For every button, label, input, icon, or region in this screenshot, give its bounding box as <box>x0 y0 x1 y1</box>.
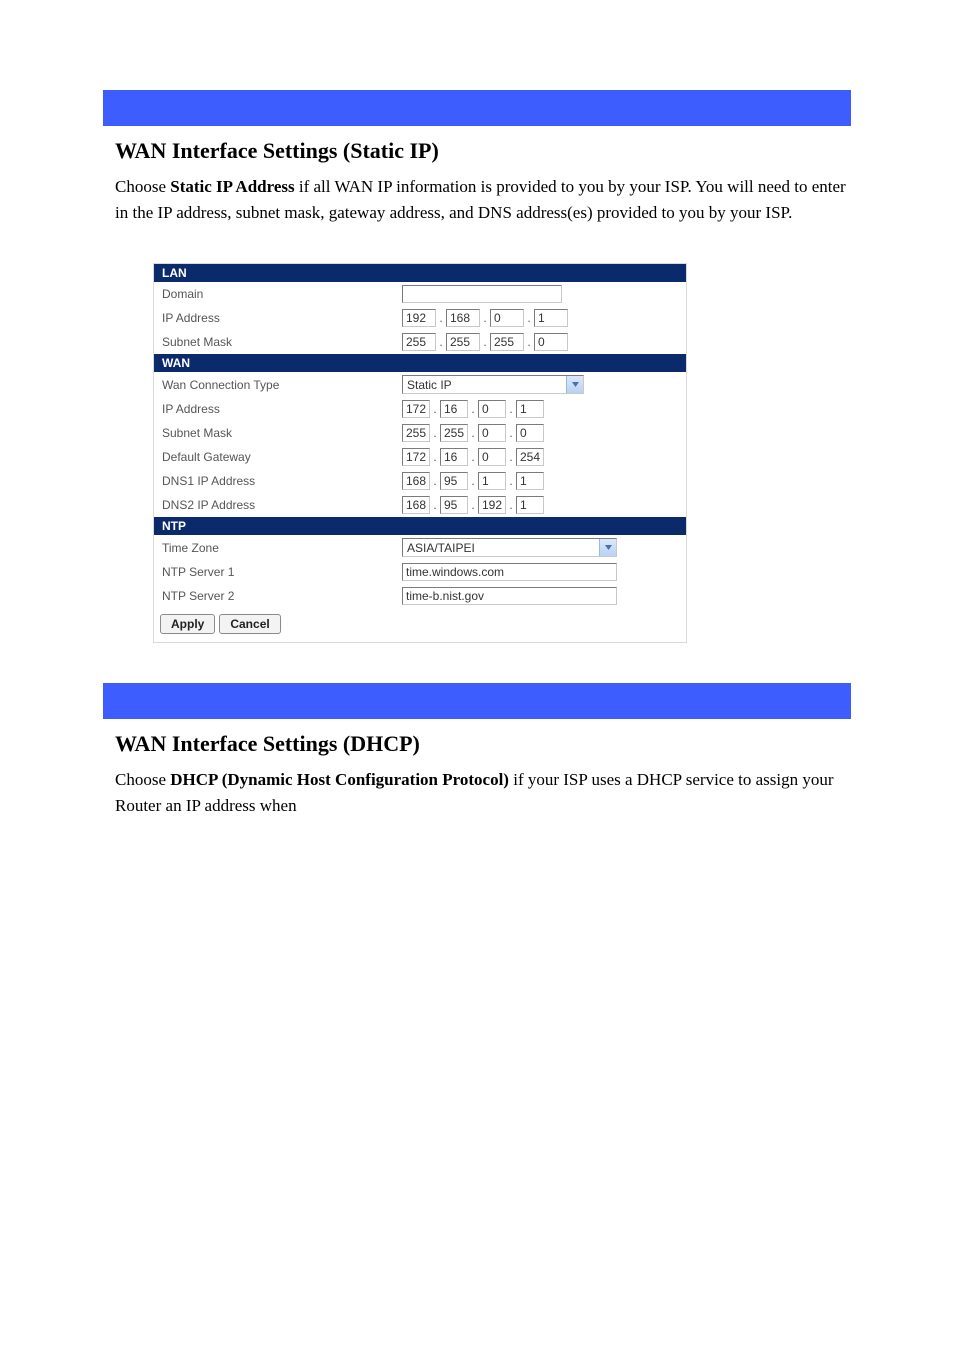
wan-ip-octet-1[interactable] <box>402 400 430 418</box>
dns2-octet-3[interactable] <box>478 496 506 514</box>
dot-separator: . <box>480 311 490 325</box>
dot-separator: . <box>436 311 446 325</box>
input-ntp1[interactable] <box>402 563 617 581</box>
wan-ip-octet-2[interactable] <box>440 400 468 418</box>
dot-separator: . <box>506 474 516 488</box>
select-value: Static IP <box>407 378 452 392</box>
label-domain: Domain <box>162 287 402 301</box>
section-intro-dhcp: Choose DHCP (Dynamic Host Configuration … <box>115 767 851 818</box>
row-wan-gateway: Default Gateway . . . <box>154 445 686 469</box>
dot-separator: . <box>468 426 478 440</box>
wan-gw-octet-1[interactable] <box>402 448 430 466</box>
wan-ip-octet-3[interactable] <box>478 400 506 418</box>
section-divider <box>103 90 851 126</box>
row-domain: Domain <box>154 282 686 306</box>
section-title-static-ip: WAN Interface Settings (Static IP) <box>115 138 851 164</box>
lan-ip-octet-2[interactable] <box>446 309 480 327</box>
section-title-dhcp: WAN Interface Settings (DHCP) <box>115 731 851 757</box>
row-wan-conn-type: Wan Connection Type Static IP <box>154 372 686 397</box>
row-ntp1: NTP Server 1 <box>154 560 686 584</box>
row-dns1: DNS1 IP Address . . . <box>154 469 686 493</box>
row-timezone: Time Zone ASIA/TAIPEI <box>154 535 686 560</box>
lan-mask-octet-4[interactable] <box>534 333 568 351</box>
section-header-wan: WAN <box>154 354 686 372</box>
lan-ip-octet-3[interactable] <box>490 309 524 327</box>
row-wan-ip: IP Address . . . <box>154 397 686 421</box>
dot-separator: . <box>506 426 516 440</box>
lan-mask-octet-1[interactable] <box>402 333 436 351</box>
dns2-octet-4[interactable] <box>516 496 544 514</box>
dot-separator: . <box>430 498 440 512</box>
dot-separator: . <box>506 402 516 416</box>
label-dns1: DNS1 IP Address <box>162 474 402 488</box>
label-ntp1: NTP Server 1 <box>162 565 402 579</box>
label-wan-ip: IP Address <box>162 402 402 416</box>
dns2-octet-2[interactable] <box>440 496 468 514</box>
dot-separator: . <box>524 311 534 325</box>
row-ntp2: NTP Server 2 <box>154 584 686 608</box>
label-wan-gateway: Default Gateway <box>162 450 402 464</box>
intro-strong: Static IP Address <box>170 177 294 196</box>
dot-separator: . <box>506 498 516 512</box>
lan-mask-octet-3[interactable] <box>490 333 524 351</box>
select-wan-conn-type[interactable]: Static IP <box>402 375 584 394</box>
dot-separator: . <box>468 498 478 512</box>
select-value: ASIA/TAIPEI <box>407 541 475 555</box>
label-dns2: DNS2 IP Address <box>162 498 402 512</box>
label-lan-mask: Subnet Mask <box>162 335 402 349</box>
wan-mask-octet-1[interactable] <box>402 424 430 442</box>
row-lan-mask: Subnet Mask . . . <box>154 330 686 354</box>
chevron-down-icon <box>566 376 583 393</box>
select-timezone[interactable]: ASIA/TAIPEI <box>402 538 617 557</box>
section-header-lan: LAN <box>154 264 686 282</box>
dns1-octet-1[interactable] <box>402 472 430 490</box>
lan-ip-octet-1[interactable] <box>402 309 436 327</box>
wan-mask-octet-3[interactable] <box>478 424 506 442</box>
lan-ip-octet-4[interactable] <box>534 309 568 327</box>
config-panel: LAN Domain IP Address . . . Subnet Mask … <box>153 263 687 643</box>
section-header-ntp: NTP <box>154 517 686 535</box>
section-divider <box>103 683 851 719</box>
label-wan-conn-type: Wan Connection Type <box>162 378 402 392</box>
input-domain[interactable] <box>402 285 562 303</box>
dot-separator: . <box>430 426 440 440</box>
chevron-down-icon <box>599 539 616 556</box>
label-lan-ip: IP Address <box>162 311 402 325</box>
section-intro-static-ip: Choose Static IP Address if all WAN IP i… <box>115 174 851 225</box>
label-timezone: Time Zone <box>162 541 402 555</box>
wan-mask-octet-2[interactable] <box>440 424 468 442</box>
dot-separator: . <box>436 335 446 349</box>
wan-gw-octet-3[interactable] <box>478 448 506 466</box>
dot-separator: . <box>480 335 490 349</box>
row-wan-mask: Subnet Mask . . . <box>154 421 686 445</box>
dns2-octet-1[interactable] <box>402 496 430 514</box>
dns1-octet-4[interactable] <box>516 472 544 490</box>
dot-separator: . <box>506 450 516 464</box>
dot-separator: . <box>468 474 478 488</box>
row-lan-ip: IP Address . . . <box>154 306 686 330</box>
intro-text: Choose <box>115 177 170 196</box>
dot-separator: . <box>430 474 440 488</box>
wan-mask-octet-4[interactable] <box>516 424 544 442</box>
wan-gw-octet-4[interactable] <box>516 448 544 466</box>
wan-ip-octet-4[interactable] <box>516 400 544 418</box>
lan-mask-octet-2[interactable] <box>446 333 480 351</box>
cancel-button[interactable]: Cancel <box>219 614 280 634</box>
dns1-octet-3[interactable] <box>478 472 506 490</box>
intro-text: Choose <box>115 770 170 789</box>
row-dns2: DNS2 IP Address . . . <box>154 493 686 517</box>
dns1-octet-2[interactable] <box>440 472 468 490</box>
label-wan-mask: Subnet Mask <box>162 426 402 440</box>
dot-separator: . <box>468 402 478 416</box>
label-ntp2: NTP Server 2 <box>162 589 402 603</box>
dot-separator: . <box>430 450 440 464</box>
wan-gw-octet-2[interactable] <box>440 448 468 466</box>
apply-button[interactable]: Apply <box>160 614 215 634</box>
dot-separator: . <box>524 335 534 349</box>
dot-separator: . <box>430 402 440 416</box>
dot-separator: . <box>468 450 478 464</box>
input-ntp2[interactable] <box>402 587 617 605</box>
intro-strong: DHCP (Dynamic Host Configuration Protoco… <box>170 770 509 789</box>
